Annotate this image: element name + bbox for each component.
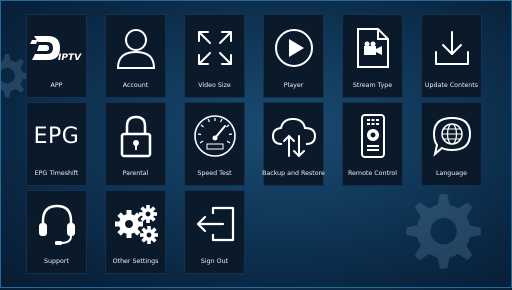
sign-out-icon <box>196 206 234 242</box>
tile-label: Remote Control <box>347 170 398 177</box>
tile-update-contents[interactable]: Update Contents <box>421 14 482 98</box>
tile-label: Speed Test <box>197 170 232 177</box>
download-icon <box>434 31 469 65</box>
tile-label: Player <box>283 82 304 89</box>
tile-label: APP <box>50 82 63 89</box>
tile-label: Stream Type <box>352 82 393 89</box>
tile-language[interactable]: Language <box>421 102 482 186</box>
cloud-sync-icon <box>271 117 316 158</box>
padlock-icon <box>120 115 151 158</box>
tile-label: Update Contents <box>424 82 479 89</box>
tile-label: Backup and Restore <box>262 170 325 177</box>
iptv-logo-icon: IPTV <box>29 36 82 63</box>
tile-app[interactable]: IPTV APP <box>26 14 87 98</box>
tile-other-settings[interactable]: Other Settings <box>105 190 166 274</box>
tile-label: Parental <box>122 170 149 177</box>
tile-label: Other Settings <box>112 258 159 265</box>
tile-label: Support <box>44 258 69 265</box>
tile-parental[interactable]: Parental <box>105 102 166 186</box>
tile-label: Language <box>435 170 468 177</box>
tile-epg-timeshift[interactable]: EPG EPG Timeshift <box>26 102 87 186</box>
tile-support[interactable]: Support <box>26 190 87 274</box>
tile-sign-out[interactable]: Sign Out <box>184 190 245 274</box>
tile-label: Sign Out <box>200 258 229 265</box>
speedometer-icon <box>193 115 236 157</box>
play-icon <box>274 29 313 67</box>
settings-menu-grid: IPTV APP Account Video Size Player Strea… <box>26 14 482 274</box>
expand-arrows-icon <box>197 31 232 65</box>
tile-label: Video Size <box>198 82 231 89</box>
tile-speed-test[interactable]: Speed Test <box>184 102 245 186</box>
user-icon <box>116 29 155 69</box>
globe-chat-icon <box>432 116 471 157</box>
tile-video-size[interactable]: Video Size <box>184 14 245 98</box>
tile-backup-restore[interactable]: Backup and Restore <box>262 102 325 186</box>
tile-stream-type[interactable]: Stream Type <box>342 14 403 98</box>
tile-remote-control[interactable]: Remote Control <box>342 102 403 186</box>
epg-text-icon: EPG <box>33 123 80 149</box>
video-file-icon <box>356 28 389 68</box>
tile-label: EPG Timeshift <box>34 170 79 177</box>
tile-player[interactable]: Player <box>263 14 324 98</box>
tile-label: Account <box>122 82 149 89</box>
remote-control-icon <box>360 114 385 158</box>
gears-icon <box>114 205 158 244</box>
headset-icon <box>38 204 75 245</box>
tile-account[interactable]: Account <box>105 14 166 98</box>
iptv-logo-text: IPTV <box>58 53 82 63</box>
